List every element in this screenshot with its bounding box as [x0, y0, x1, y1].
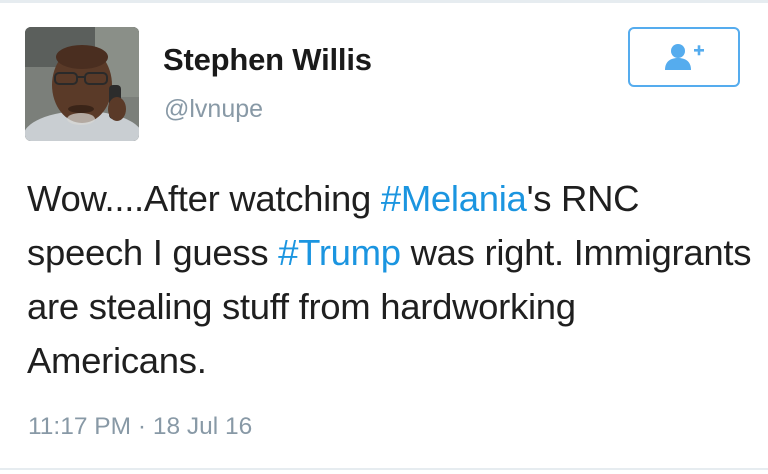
avatar[interactable]: [25, 27, 139, 141]
bottom-divider: [0, 468, 768, 470]
tweet-text-segment: Wow....After watching: [27, 178, 381, 219]
display-name[interactable]: Stephen Willis: [163, 42, 372, 78]
tweet-date: 18 Jul 16: [152, 413, 253, 440]
user-handle[interactable]: @lvnupe: [164, 95, 263, 124]
follow-button[interactable]: [628, 27, 740, 87]
meta-separator: ·: [137, 413, 147, 440]
add-user-icon: [665, 44, 704, 70]
profile-photo-icon: [25, 27, 139, 141]
tweet-card: Stephen Willis @lvnupe Wow....After watc…: [0, 0, 768, 474]
tweet-time: 11:17 PM: [28, 413, 132, 440]
tweet-text: Wow....After watching #Melania's RNC spe…: [27, 172, 757, 388]
hashtag-link[interactable]: #Trump: [278, 232, 401, 273]
tweet-timestamp[interactable]: 11:17 PM · 18 Jul 16: [28, 413, 252, 441]
hashtag-link[interactable]: #Melania: [381, 178, 527, 219]
